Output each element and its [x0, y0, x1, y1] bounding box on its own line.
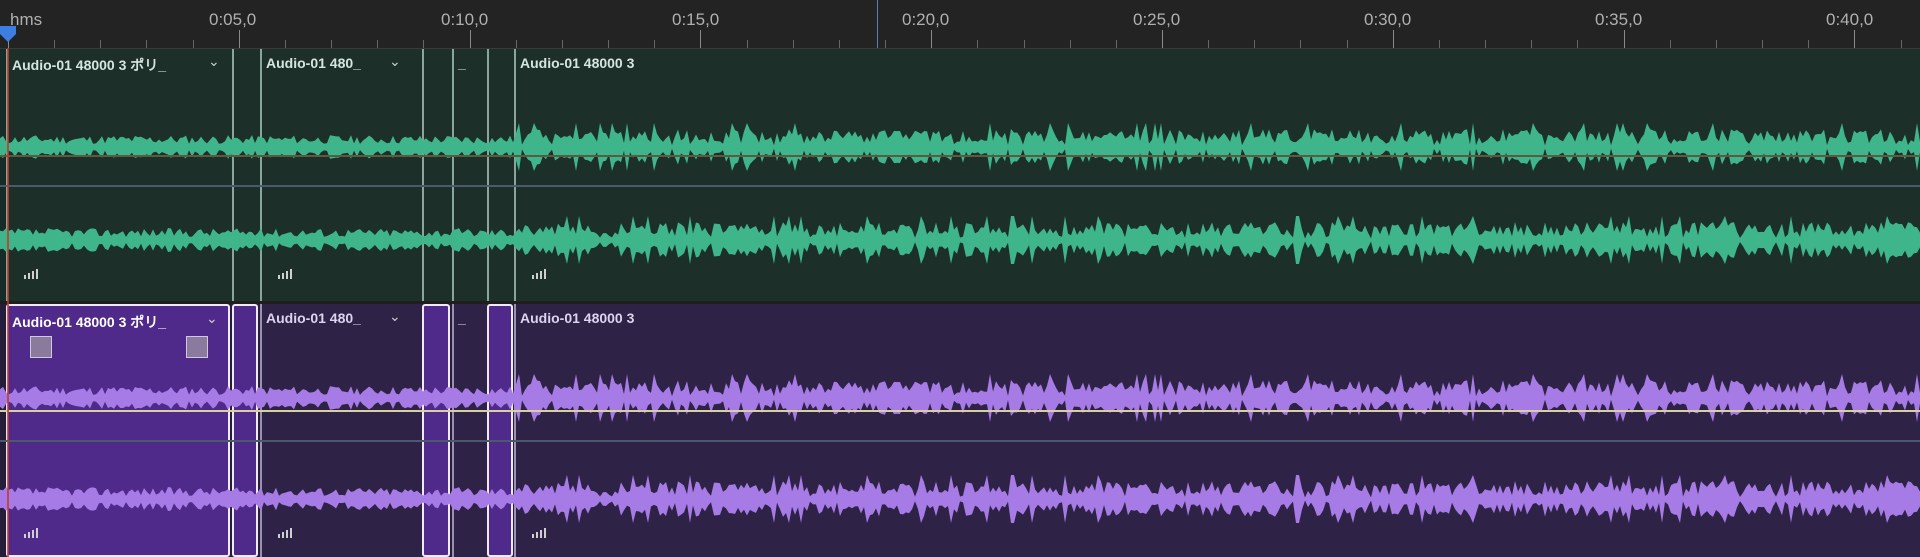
- fade-out-handle-icon[interactable]: [186, 336, 208, 358]
- ruler-tick-mark: [885, 40, 886, 48]
- level-bars-icon: [532, 526, 550, 538]
- ruler-tick-mark: [1624, 30, 1625, 48]
- ruler-tick-mark: [654, 40, 655, 48]
- ruler-tick-mark: [700, 30, 701, 48]
- waveform-right-channel: [0, 216, 1920, 264]
- waveform-right-channel: [0, 475, 1920, 523]
- hover-time-indicator: [877, 0, 878, 48]
- clip-label: _: [458, 310, 466, 326]
- ruler-tick-mark: [285, 40, 286, 48]
- playhead-marker-icon[interactable]: [0, 26, 16, 42]
- ruler-tick-mark: [608, 40, 609, 48]
- clip-label: Audio-01 48000 3: [520, 55, 635, 71]
- ruler-tick-mark: [239, 30, 240, 48]
- ruler-tick-mark: [1300, 40, 1301, 48]
- ruler-tick-mark: [1116, 40, 1117, 48]
- chevron-down-icon[interactable]: ⌄: [208, 53, 220, 70]
- chevron-down-icon[interactable]: ⌄: [206, 310, 218, 327]
- channel-divider: [0, 185, 1920, 187]
- ruler-tick-mark: [1854, 30, 1855, 48]
- ruler-tick-mark: [977, 40, 978, 48]
- ruler-tick-mark: [747, 40, 748, 48]
- audio-track-2[interactable]: Audio-01 48000 3 ポリ_ ⌄ Audio-01 480_ ⌄ _…: [0, 304, 1920, 557]
- ruler-tick-mark: [54, 40, 55, 48]
- ruler-tick-mark: [1901, 40, 1902, 48]
- ruler-tick-mark: [931, 30, 932, 48]
- ruler-tick-mark: [1808, 40, 1809, 48]
- ruler-tick-mark: [193, 40, 194, 48]
- level-bars-icon: [278, 526, 296, 538]
- clip-label: Audio-01 480_: [266, 55, 361, 71]
- waveform-left-channel: [0, 374, 1920, 422]
- ruler-tick-label: 0:10,0: [441, 10, 489, 29]
- playhead-line: [7, 48, 9, 557]
- ruler-tick-label: 0:35,0: [1595, 10, 1643, 29]
- channel-divider: [0, 440, 1920, 442]
- ruler-tick-label: 0:25,0: [1133, 10, 1181, 29]
- chevron-down-icon[interactable]: ⌄: [389, 53, 401, 70]
- clip-label: Audio-01 48000 3 ポリ_: [12, 314, 167, 330]
- clip-label: _: [458, 55, 466, 71]
- ruler-tick-mark: [1716, 40, 1717, 48]
- ruler-tick-mark: [793, 40, 794, 48]
- ruler-tick-label: 0:15,0: [672, 10, 720, 29]
- ruler-tick-mark: [1393, 30, 1394, 48]
- ruler-tick-label: 0:40,0: [1826, 10, 1874, 29]
- ruler-tick-mark: [1347, 40, 1348, 48]
- ruler-tick-mark: [839, 40, 840, 48]
- ruler-tick-mark: [1208, 40, 1209, 48]
- level-bars-icon: [24, 267, 42, 279]
- ruler-tick-mark: [562, 40, 563, 48]
- ruler-tick-mark: [1070, 40, 1071, 48]
- waveform-left-channel: [0, 123, 1920, 171]
- ruler-tick-mark: [1024, 40, 1025, 48]
- ruler-tick-mark: [1162, 30, 1163, 48]
- ruler-tick-label: 0:05,0: [209, 10, 257, 29]
- ruler-tick-mark: [100, 40, 101, 48]
- fade-in-handle-icon[interactable]: [30, 336, 52, 358]
- level-bars-icon: [532, 267, 550, 279]
- channel-divider: [0, 410, 1920, 412]
- ruler-tick-label: 0:20,0: [902, 10, 950, 29]
- channel-divider: [0, 155, 1920, 157]
- level-bars-icon: [278, 267, 296, 279]
- ruler-tick-mark: [377, 40, 378, 48]
- ruler-tick-mark: [516, 40, 517, 48]
- audio-track-1[interactable]: Audio-01 48000 3 ポリ_ ⌄ Audio-01 480_ ⌄ _…: [0, 49, 1920, 301]
- ruler-tick-mark: [1254, 40, 1255, 48]
- chevron-down-icon[interactable]: ⌄: [389, 308, 401, 325]
- ruler-tick-mark: [1670, 40, 1671, 48]
- ruler-tick-mark: [331, 40, 332, 48]
- ruler-tick-mark: [146, 40, 147, 48]
- clip-label: Audio-01 48000 3 ポリ_: [12, 57, 167, 73]
- ruler-tick-mark: [1577, 40, 1578, 48]
- ruler-tick-mark: [470, 30, 471, 48]
- ruler-tick-mark: [423, 40, 424, 48]
- ruler-tick-mark: [1439, 40, 1440, 48]
- ruler-tick-mark: [1531, 40, 1532, 48]
- ruler-tick-label: 0:30,0: [1364, 10, 1412, 29]
- clip-label: Audio-01 48000 3: [520, 310, 635, 326]
- ruler-tick-mark: [1485, 40, 1486, 48]
- ruler-tick-mark: [1762, 40, 1763, 48]
- timeline-ruler[interactable]: hms 0:05,0 0:10,0 0:15,0 0:20,0 0:25,0 0…: [0, 0, 1920, 49]
- clip-label: Audio-01 480_: [266, 310, 361, 326]
- level-bars-icon: [24, 526, 42, 538]
